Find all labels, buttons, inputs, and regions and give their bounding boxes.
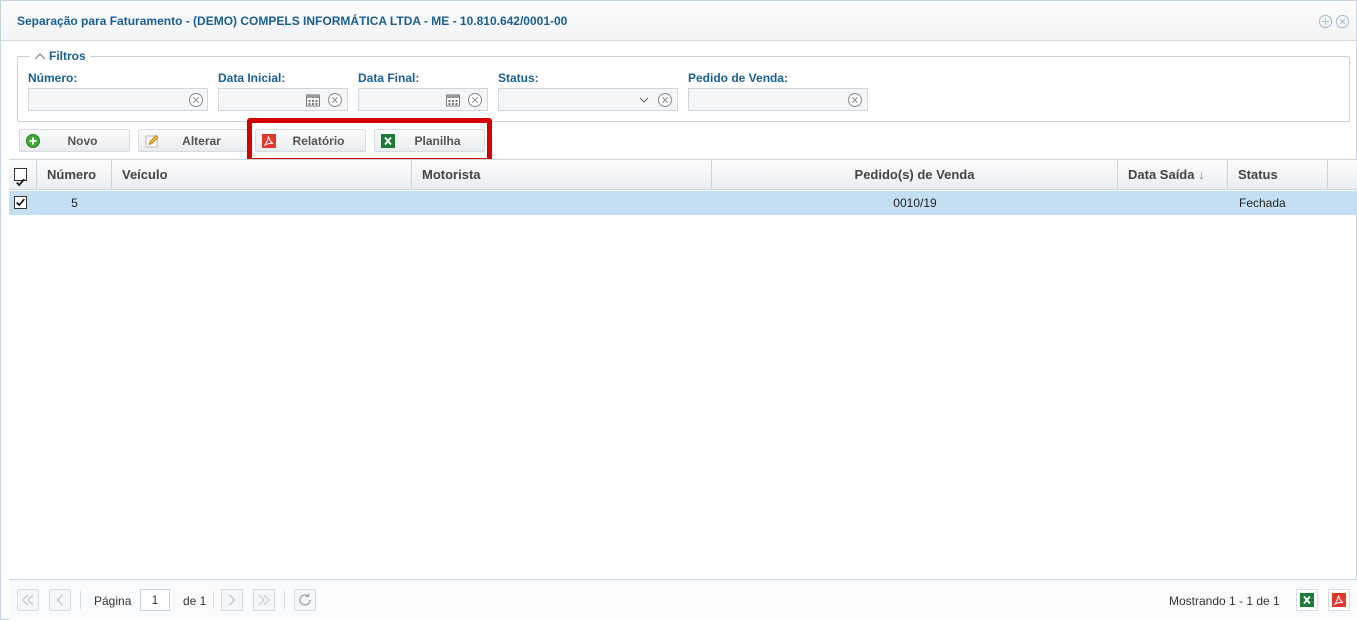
data-inicial-input[interactable] — [218, 88, 348, 111]
page-total: de 1 — [183, 594, 207, 608]
clear-icon[interactable] — [847, 92, 863, 108]
refresh-button[interactable] — [294, 589, 316, 611]
select-all-checkbox[interactable] — [14, 168, 27, 187]
pager-separator — [80, 591, 81, 609]
column-data-saida-label: Data Saída — [1128, 167, 1195, 182]
data-final-input[interactable] — [358, 88, 488, 111]
double-chevron-left-icon — [22, 594, 34, 606]
grid-header: Número Veículo Motorista Pedido(s) de Ve… — [9, 160, 1357, 190]
pager: Página 1 de 1 Mostrando 1 - 1 de 1 — [9, 579, 1357, 620]
showing-info: Mostrando 1 - 1 de 1 — [1169, 594, 1280, 608]
next-page-button[interactable] — [221, 589, 243, 611]
pager-separator — [213, 591, 214, 609]
last-page-button[interactable] — [253, 589, 275, 611]
cell-data-saida — [1128, 191, 1228, 215]
data-final-label: Data Final: — [358, 71, 420, 85]
data-grid: Número Veículo Motorista Pedido(s) de Ve… — [9, 159, 1357, 579]
column-data-saida[interactable]: Data Saída ↓ — [1118, 160, 1228, 190]
clear-icon[interactable] — [327, 92, 343, 108]
excel-icon — [1300, 593, 1314, 607]
calendar-icon[interactable] — [305, 92, 321, 108]
title-bar: Separação para Faturamento - (DEMO) COMP… — [1, 1, 1356, 41]
sort-arrow-icon: ↓ — [1198, 167, 1205, 182]
numero-input[interactable] — [28, 88, 208, 111]
cell-numero: 5 — [71, 196, 78, 210]
chevron-right-icon — [229, 594, 236, 606]
chevron-left-icon — [56, 594, 63, 606]
column-motorista[interactable]: Motorista — [412, 160, 712, 190]
pdf-icon — [1332, 593, 1346, 607]
export-excel-button[interactable] — [1296, 589, 1318, 611]
refresh-icon — [299, 593, 311, 606]
cell-status: Fechada — [1239, 196, 1286, 210]
pager-separator — [284, 591, 285, 609]
cell-veiculo — [122, 191, 412, 215]
column-veiculo[interactable]: Veículo — [112, 160, 412, 190]
clear-icon[interactable] — [657, 92, 673, 108]
status-label: Status: — [498, 71, 539, 85]
status-select[interactable] — [498, 88, 678, 111]
double-chevron-right-icon — [258, 594, 270, 606]
check-icon — [16, 178, 25, 187]
previous-page-button[interactable] — [49, 589, 71, 611]
pedido-label: Pedido de Venda: — [688, 71, 789, 85]
alterar-button[interactable]: Alterar — [138, 129, 249, 152]
column-status[interactable]: Status — [1228, 160, 1328, 190]
clear-icon[interactable] — [188, 92, 204, 108]
page-label: Página — [94, 594, 132, 608]
maximize-icon[interactable] — [1318, 14, 1333, 29]
column-numero[interactable]: Número — [37, 160, 112, 190]
clear-icon[interactable] — [467, 92, 483, 108]
pencil-icon — [145, 134, 159, 148]
window: Separação para Faturamento - (DEMO) COMP… — [0, 0, 1357, 620]
filters-legend[interactable]: Filtros — [30, 49, 90, 63]
export-pdf-button[interactable] — [1328, 589, 1350, 611]
chevron-down-icon[interactable] — [636, 92, 652, 108]
novo-button[interactable]: Novo — [19, 129, 130, 152]
collapse-chevron-icon — [34, 53, 46, 60]
pedido-input[interactable] — [688, 88, 868, 111]
check-icon — [16, 198, 25, 207]
filters-fieldset: Filtros — [17, 49, 1350, 122]
row-checkbox[interactable] — [14, 196, 27, 209]
cell-motorista — [422, 191, 712, 215]
column-pedidos[interactable]: Pedido(s) de Venda — [712, 160, 1118, 190]
highlight-box — [247, 118, 492, 163]
filters-legend-label: Filtros — [49, 49, 86, 63]
calendar-icon[interactable] — [445, 92, 461, 108]
select-all-cell — [9, 160, 37, 190]
table-row[interactable]: 5 0010/19 Fechada — [9, 191, 1357, 215]
close-window-icon[interactable] — [1335, 14, 1350, 29]
window-title: Separação para Faturamento - (DEMO) COMP… — [17, 14, 568, 28]
add-icon — [26, 134, 40, 148]
window-controls — [1318, 14, 1350, 29]
cell-pedidos: 0010/19 — [893, 196, 937, 210]
page-input[interactable]: 1 — [140, 589, 170, 611]
first-page-button[interactable] — [17, 589, 39, 611]
numero-label: Número: — [28, 71, 78, 85]
data-inicial-label: Data Inicial: — [218, 71, 286, 85]
